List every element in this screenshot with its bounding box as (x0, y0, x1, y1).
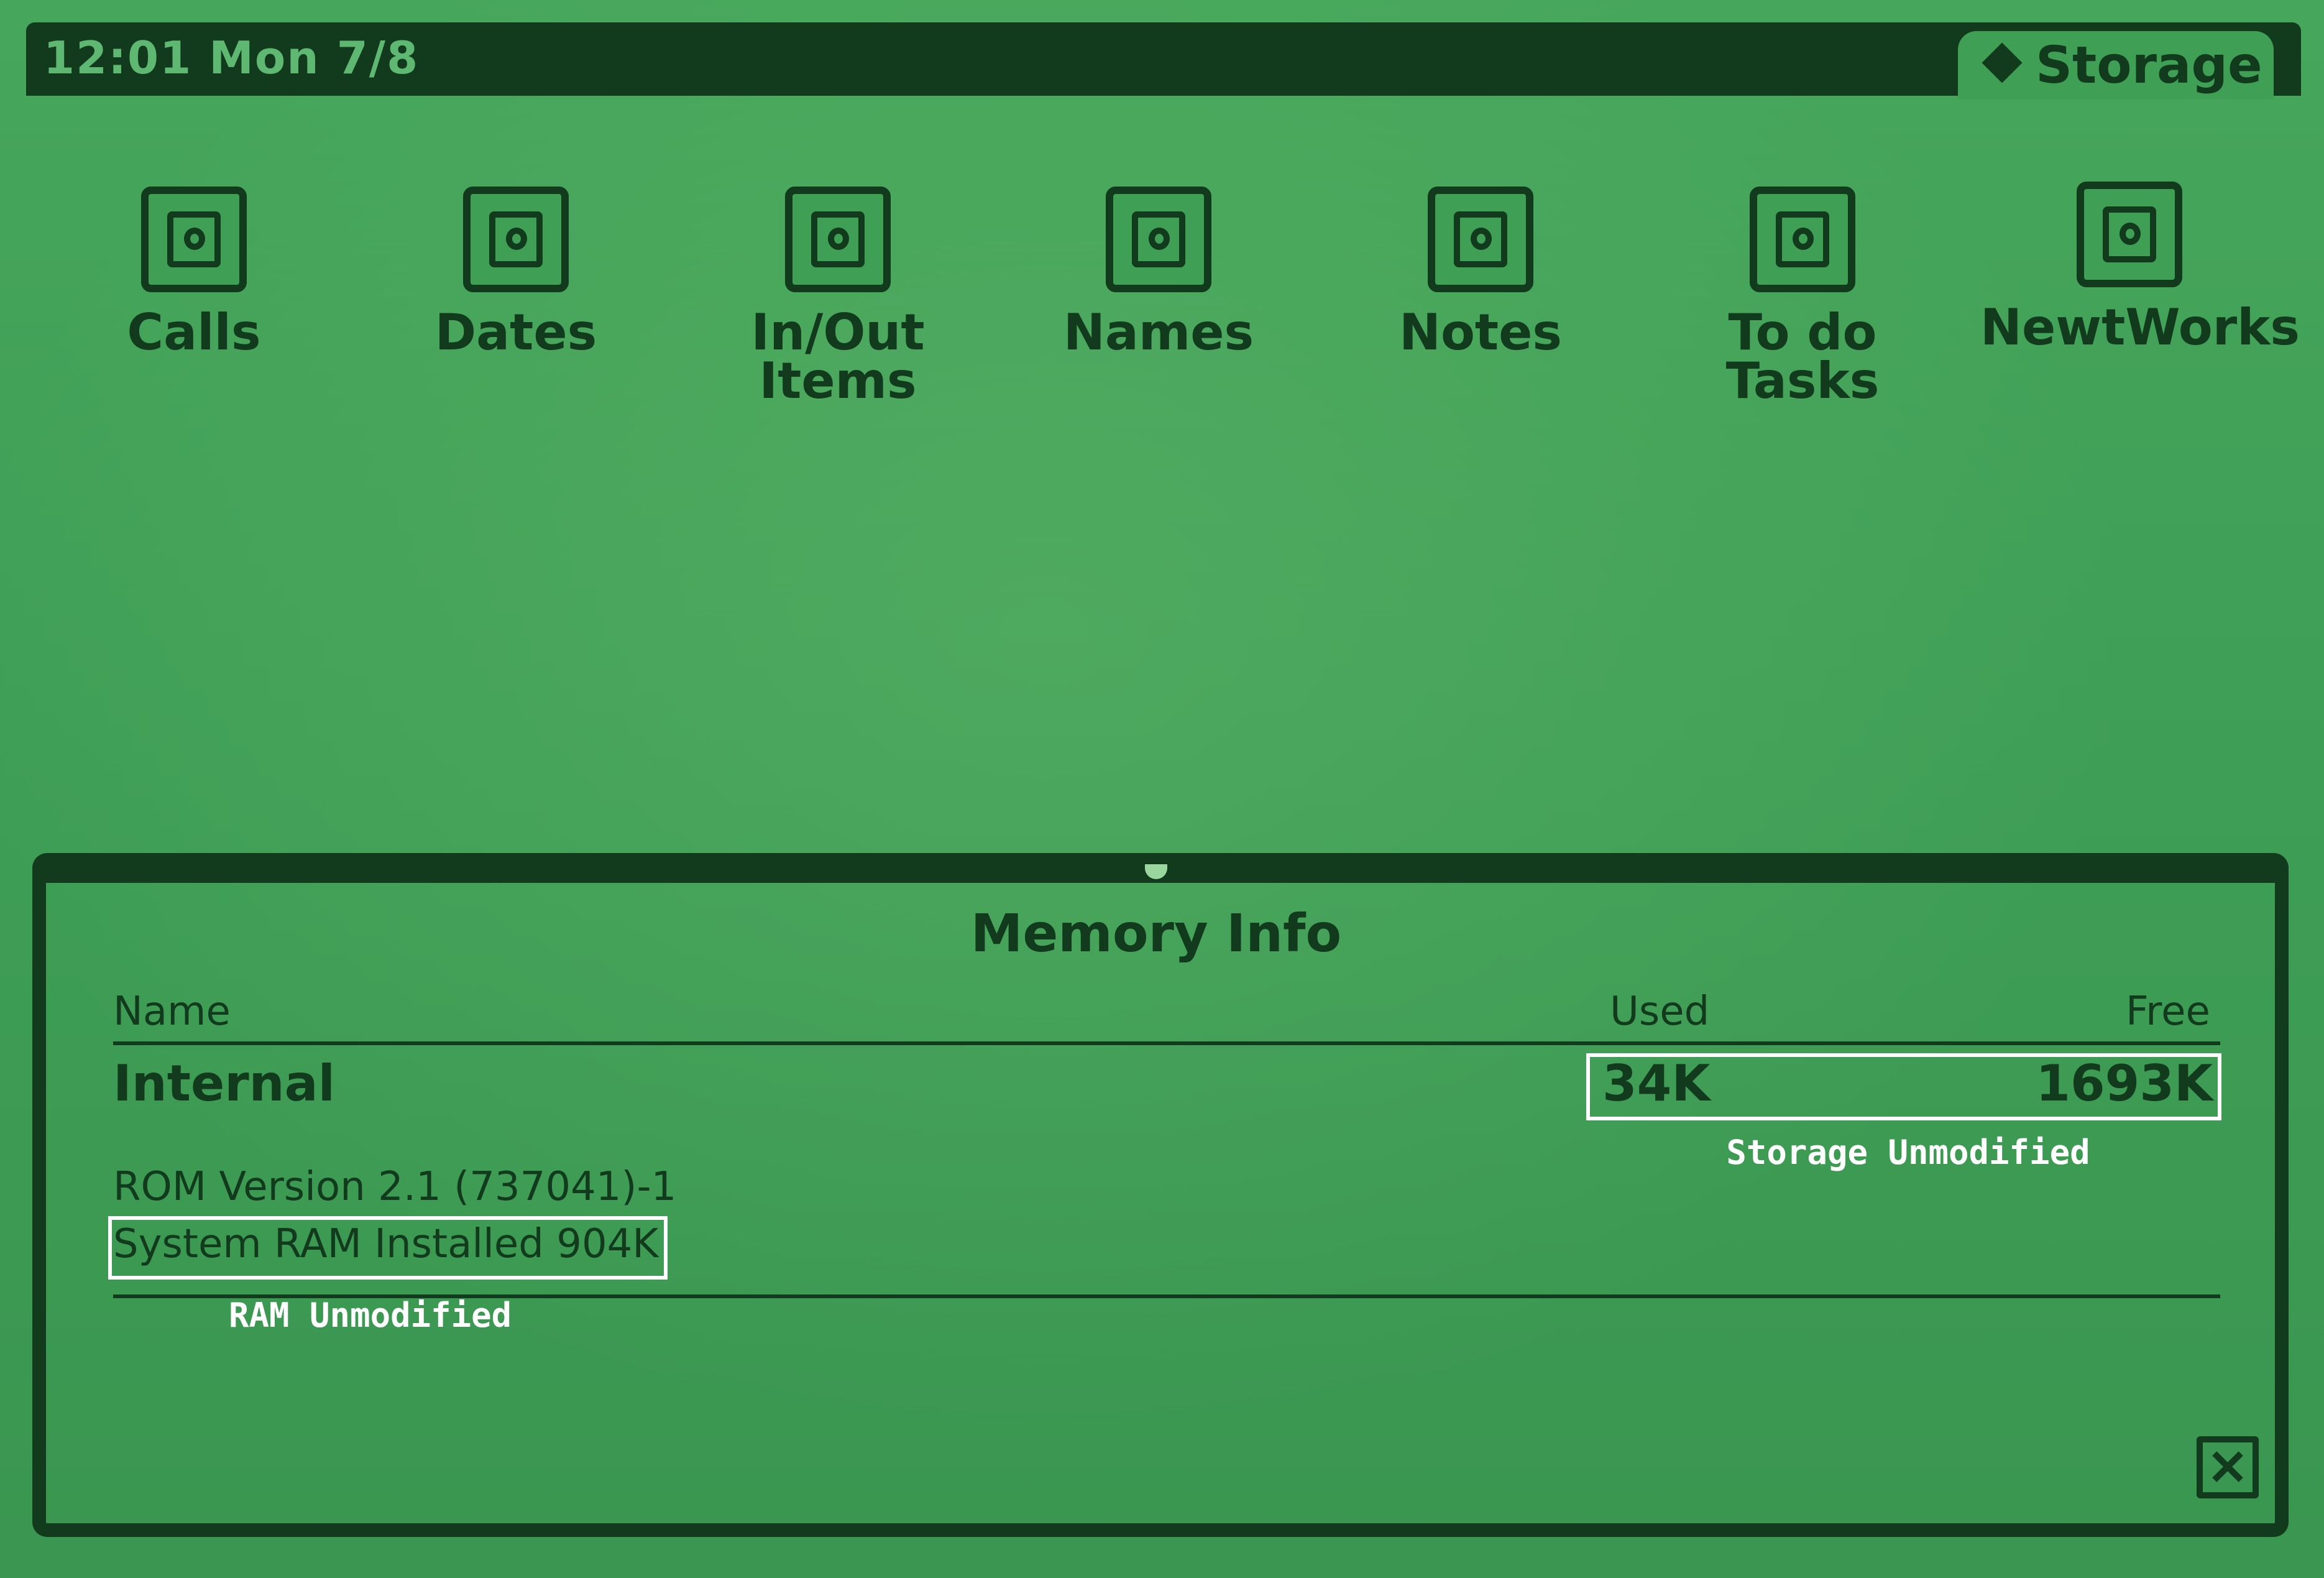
panel-title: Memory Info (970, 903, 1342, 964)
ram-highlight-box (108, 1216, 668, 1280)
card-icon (463, 187, 569, 292)
card-icon (2077, 182, 2182, 287)
app-label: Names (1063, 303, 1254, 361)
card-icon (785, 187, 891, 292)
card-icon (1750, 187, 1855, 292)
ram-annotation: RAM Unmodified (229, 1296, 512, 1335)
app-label: To do Tasks (1725, 303, 1880, 410)
clock[interactable]: 12:01 Mon 7/8 (44, 30, 419, 86)
card-icon (1106, 187, 1211, 292)
app-label: Notes (1399, 303, 1563, 361)
app-label: Calls (127, 303, 261, 361)
app-label: NewtWorks (1980, 298, 2300, 356)
folder-tab-label[interactable]: Storage (2036, 35, 2262, 97)
app-label: In/Out Items (751, 303, 925, 410)
app-in-out-items[interactable]: In/Out Items (689, 187, 987, 410)
app-newtworks[interactable]: NewtWorks (1980, 182, 2300, 356)
close-button[interactable] (2197, 1436, 2259, 1498)
column-header-used: Used (1610, 989, 1710, 1035)
storage-highlight-box (1586, 1053, 2221, 1120)
app-to-do-tasks[interactable]: To do Tasks (1653, 187, 1952, 410)
divider (113, 1041, 2220, 1045)
app-label: Dates (434, 303, 597, 361)
card-icon (141, 187, 247, 292)
app-names[interactable]: Names (1009, 187, 1308, 361)
app-calls[interactable]: Calls (45, 187, 343, 361)
app-notes[interactable]: Notes (1331, 187, 1630, 361)
rom-version: ROM Version 2.1 (737041)-1 (113, 1164, 677, 1210)
column-header-free: Free (2126, 989, 2210, 1035)
card-icon (1428, 187, 1533, 292)
column-header-name: Name (113, 989, 231, 1035)
store-name: Internal (113, 1054, 336, 1112)
storage-annotation: Storage Unmodified (1726, 1133, 2090, 1172)
app-dates[interactable]: Dates (367, 187, 665, 361)
